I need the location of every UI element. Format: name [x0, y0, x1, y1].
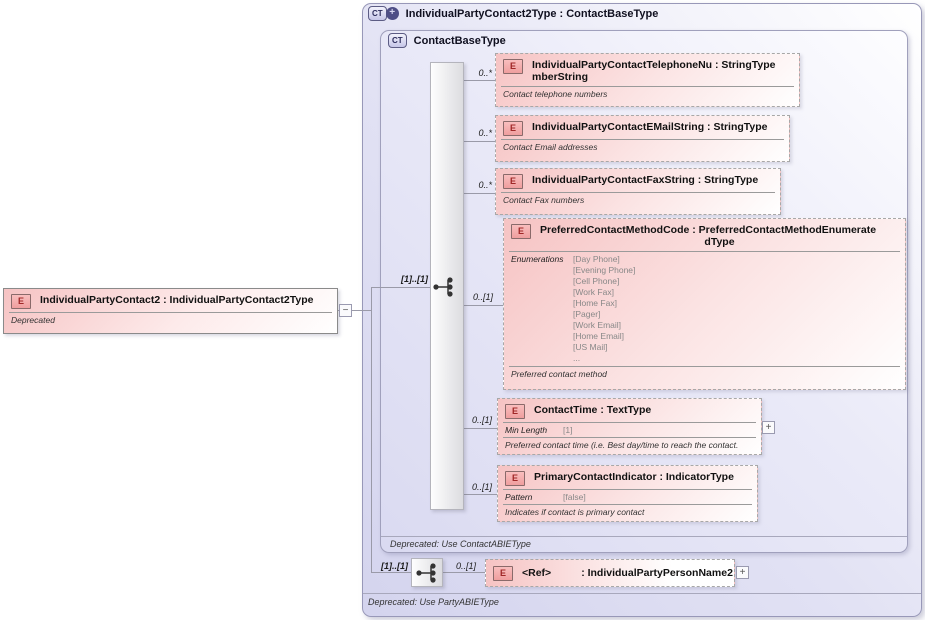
- connector-to-ref-sequence: [371, 572, 411, 573]
- sequence-icon[interactable]: [431, 275, 457, 299]
- connector-telephone: [464, 80, 495, 81]
- complextype-icon: CT: [388, 33, 407, 48]
- element-title: IndividualPartyContact2 : IndividualPart…: [40, 294, 331, 306]
- element-contact-time[interactable]: E ContactTime : TextType Min Length [1] …: [497, 398, 762, 455]
- element-email[interactable]: E IndividualPartyContactEMailString : St…: [495, 115, 790, 162]
- connector-ref: [443, 572, 485, 573]
- element-annotation: Contact Email addresses: [496, 140, 789, 152]
- element-title-row: E IndividualPartyContactTelephoneNu : St…: [496, 54, 799, 84]
- element-annotation: Contact Fax numbers: [496, 193, 780, 205]
- cardinality-primary: 0..[1]: [456, 482, 492, 492]
- element-icon: E: [11, 294, 31, 309]
- element-fax[interactable]: E IndividualPartyContactFaxString : Stri…: [495, 168, 781, 215]
- cardinality-preferred: 0..[1]: [455, 292, 493, 302]
- element-annotation: Contact telephone numbers: [496, 87, 799, 99]
- connector-fax: [464, 193, 495, 194]
- expand-toggle-ref[interactable]: +: [736, 566, 749, 579]
- connector-primary: [464, 494, 497, 495]
- ref-sequence-box: [411, 558, 443, 587]
- element-icon: E: [505, 471, 525, 486]
- element-title: IndividualPartyContactTelephoneNu : Stri…: [532, 59, 793, 83]
- element-title-row: E ContactTime : TextType: [498, 399, 761, 420]
- sequence-icon[interactable]: [414, 561, 440, 585]
- inner-deprecated-note: Deprecated: Use ContactABIEType: [390, 539, 531, 549]
- cardinality-email: 0..*: [460, 128, 492, 138]
- element-individualpartycontact2[interactable]: E IndividualPartyContact2 : IndividualPa…: [3, 288, 338, 334]
- ref-type: : IndividualPartyPersonName2: [581, 567, 733, 579]
- outer-deprecated-note: Deprecated: Use PartyABIEType: [368, 597, 499, 607]
- element-annotation: Deprecated: [4, 313, 337, 325]
- enumerations-row: Enumerations [Day Phone] [Evening Phone]…: [504, 252, 905, 364]
- cardinality-contacttime: 0..[1]: [456, 415, 492, 425]
- cardinality-sequence: [1]..[1]: [392, 274, 428, 284]
- facet-label: Pattern: [505, 492, 563, 502]
- derivation-plus-icon: +: [386, 7, 399, 20]
- element-annotation: Preferred contact method: [504, 367, 905, 379]
- element-title-row: E IndividualPartyContactFaxString : Stri…: [496, 169, 780, 190]
- outer-container-title: IndividualPartyContact2Type : ContactBas…: [406, 8, 659, 20]
- connector-email: [464, 141, 495, 142]
- element-title-row: E PrimaryContactIndicator : IndicatorTyp…: [498, 466, 757, 487]
- facet-value: [false]: [563, 492, 586, 502]
- facet-row: Pattern [false]: [498, 490, 757, 502]
- element-title: ContactTime : TextType: [534, 404, 755, 416]
- cardinality-ref: 0..[1]: [446, 561, 476, 571]
- inner-footer-divider: [381, 536, 907, 537]
- outer-container-header: CT + IndividualPartyContact2Type : Conta…: [368, 6, 658, 21]
- facet-value: [1]: [563, 425, 572, 435]
- collapse-toggle[interactable]: −: [339, 304, 352, 317]
- ref-name: <Ref>: [522, 567, 551, 579]
- element-title: PreferredContactMethodCode : PreferredCo…: [540, 224, 899, 248]
- element-icon: E: [493, 566, 513, 581]
- schema-diagram: CT + IndividualPartyContact2Type : Conta…: [0, 0, 925, 620]
- element-icon: E: [503, 174, 523, 189]
- element-icon: E: [503, 121, 523, 136]
- element-title-row: E IndividualPartyContactEMailString : St…: [496, 116, 789, 137]
- expand-toggle-contact-time[interactable]: +: [762, 421, 775, 434]
- element-title-row: E PreferredContactMethodCode : Preferred…: [504, 219, 905, 249]
- element-telephone-number[interactable]: E IndividualPartyContactTelephoneNu : St…: [495, 53, 800, 107]
- element-icon: E: [511, 224, 531, 239]
- inner-container-header: CT ContactBaseType: [388, 33, 506, 48]
- complextype-derived-icon: CT +: [368, 6, 399, 21]
- inner-container-title: ContactBaseType: [414, 35, 506, 47]
- element-title: IndividualPartyContactFaxString : String…: [532, 174, 774, 186]
- facet-label: Min Length: [505, 425, 563, 435]
- enumeration-values: [Day Phone] [Evening Phone] [Cell Phone]…: [573, 254, 635, 364]
- outer-footer-divider: [363, 593, 921, 594]
- connector-trunk: [371, 287, 372, 573]
- cardinality-telephone: 0..*: [460, 68, 492, 78]
- element-icon: E: [505, 404, 525, 419]
- cardinality-fax: 0..*: [460, 180, 492, 190]
- connector-contacttime: [464, 428, 497, 429]
- connector-to-sequence: [371, 287, 431, 288]
- element-title: IndividualPartyContactEMailString : Stri…: [532, 121, 783, 133]
- element-icon: E: [503, 59, 523, 74]
- element-annotation: Indicates if contact is primary contact: [498, 505, 757, 517]
- element-preferred-contact-method[interactable]: E PreferredContactMethodCode : Preferred…: [503, 218, 906, 390]
- element-annotation: Preferred contact time (i.e. Best day/ti…: [498, 438, 761, 450]
- element-primary-contact-indicator[interactable]: E PrimaryContactIndicator : IndicatorTyp…: [497, 465, 758, 522]
- element-title-row: E IndividualPartyContact2 : IndividualPa…: [4, 289, 337, 310]
- element-title: PrimaryContactIndicator : IndicatorType: [534, 471, 751, 483]
- facet-label: Enumerations: [511, 254, 573, 264]
- facet-row: Min Length [1]: [498, 423, 761, 435]
- connector-preferred: [464, 305, 503, 306]
- element-ref-individualpartypersonname2[interactable]: E <Ref> : IndividualPartyPersonName2: [485, 559, 735, 587]
- cardinality-ref-sequence: [1]..[1]: [374, 561, 408, 571]
